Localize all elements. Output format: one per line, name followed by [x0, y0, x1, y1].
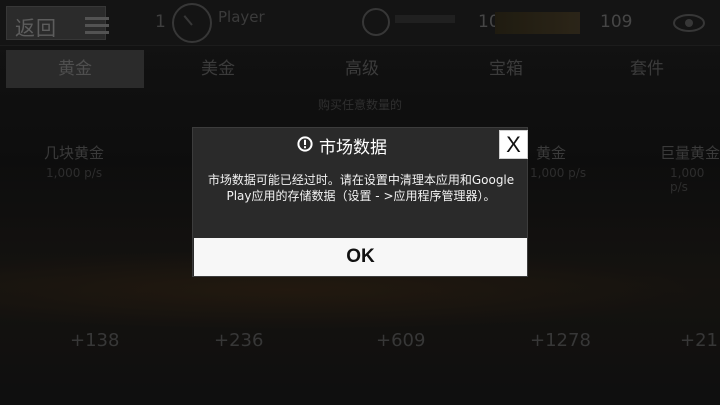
dialog-message: 市场数据可能已经过时。请在设置中清理本应用和Google Play应用的存储数据… [207, 173, 515, 203]
alert-icon [297, 136, 313, 152]
market-data-dialog: 市场数据 X 市场数据可能已经过时。请在设置中清理本应用和Google Play… [192, 127, 528, 277]
dialog-header: 市场数据 X [193, 128, 528, 160]
dialog-title: 市场数据 [319, 138, 387, 158]
ok-button[interactable]: OK [194, 238, 527, 276]
close-button[interactable]: X [499, 130, 528, 159]
